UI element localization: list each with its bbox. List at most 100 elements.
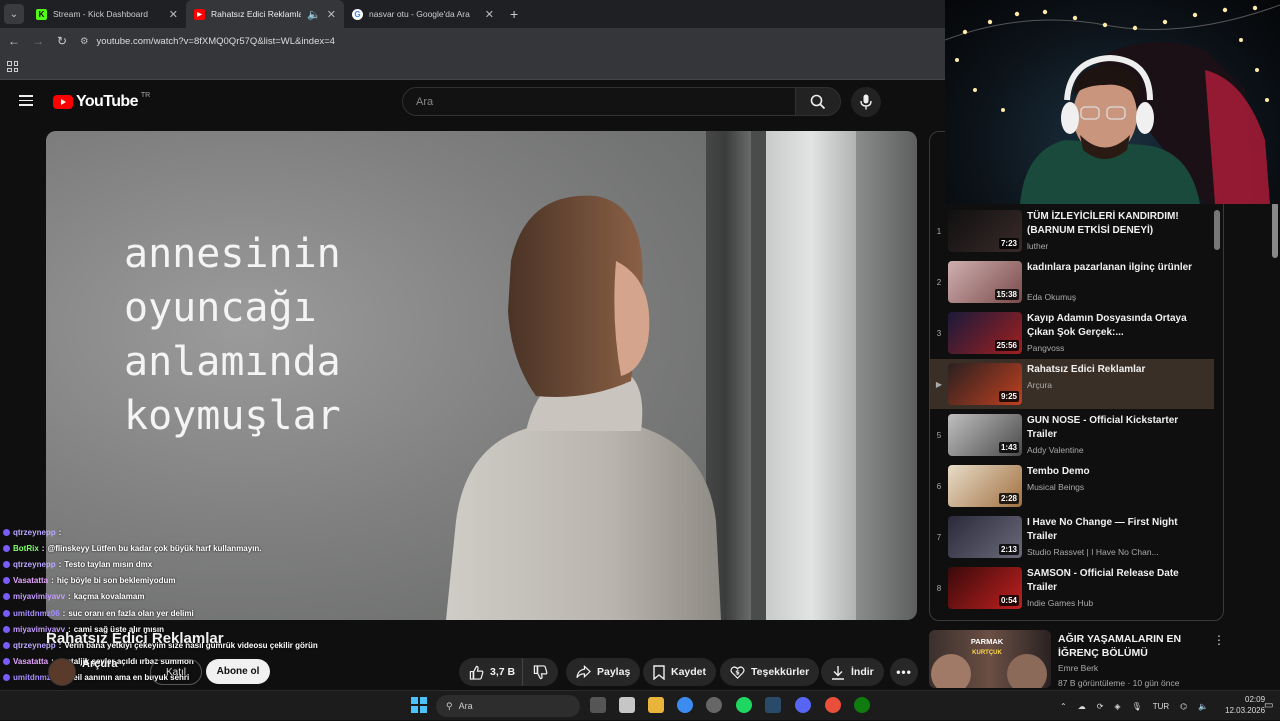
playlist-item-channel[interactable]: Pangvoss [1027,343,1064,353]
video-title: Rahatsız Edici Reklamlar [46,630,224,647]
chat-username[interactable]: miyavimiyavv [13,592,65,601]
playlist-thumbnail[interactable]: 2:28 [948,465,1022,507]
chat-username[interactable]: Vasatatta [13,657,48,666]
site-info-icon[interactable]: ⚙ [80,36,89,47]
save-button[interactable]: Kaydet [643,658,717,686]
search-input[interactable]: Ara [402,87,796,116]
discord-icon[interactable] [795,697,811,713]
close-icon[interactable]: ✕ [327,8,336,21]
playlist-scrollbar[interactable] [1214,210,1220,250]
playlist-item-channel[interactable]: Addy Valentine [1027,445,1084,455]
back-icon[interactable]: ← [2,34,26,48]
new-tab-button[interactable]: + [510,6,518,22]
app-icon[interactable] [706,697,722,713]
steam-icon[interactable] [765,697,781,713]
url-field[interactable]: ⚙ youtube.com/watch?v=8fXMQ0Qr57Q&list=W… [80,36,335,47]
chat-username[interactable]: umitdnmz06 [13,609,60,618]
voice-search-button[interactable] [851,87,881,117]
security-icon[interactable]: ◈ [1114,702,1120,711]
language-indicator[interactable]: TUR [1153,702,1169,711]
playlist-item-title[interactable]: TÜM İZLEYİCİLERİ KANDIRDIM! (BARNUM ETKİ… [1027,210,1202,238]
spotify-icon[interactable] [736,697,752,713]
taskbar-search-input[interactable]: ⚲ Ara [436,695,580,717]
page-scrollbar[interactable] [1272,202,1278,258]
speaker-icon[interactable]: 🔈 [307,8,321,21]
share-button[interactable]: Paylaş [566,658,641,686]
microphone-icon[interactable]: 🎙 [1132,702,1142,711]
playlist-item-title[interactable]: GUN NOSE - Official Kickstarter Trailer [1027,414,1202,442]
playlist-thumbnail[interactable]: 1:43 [948,414,1022,456]
chat-username[interactable]: qtrzeynepp [13,528,56,537]
playlist-thumbnail[interactable]: 7:23 [948,210,1022,252]
playlist-item-channel[interactable]: Musical Beings [1027,482,1084,492]
store-icon[interactable] [619,697,635,713]
more-vertical-icon[interactable]: ⋮ [1213,633,1225,647]
menu-icon[interactable] [19,95,33,106]
subscribe-button[interactable]: Abone ol [206,659,270,684]
playlist-item[interactable]: ▶ 9:25 Rahatsız Edici Reklamlar Arçura [930,359,1214,409]
tab-youtube[interactable]: ▶ Rahatsız Edici Reklamlar - Y 🔈 ✕ [186,0,344,28]
reload-icon[interactable]: ↻ [50,34,74,48]
system-clock[interactable]: 02:09 12.03.2026 [1225,694,1265,716]
recommendation-channel[interactable]: Emre Berk [1058,663,1098,673]
recommendation-thumbnail[interactable]: PARMAK KURTÇUK [929,630,1051,688]
download-button[interactable]: İndir [821,658,884,686]
playlist-item-title[interactable]: Rahatsız Edici Reklamlar [1027,363,1202,377]
playlist-item[interactable]: 3 25:56 Kayıp Adamın Dosyasında Ortaya Çık… [930,308,1214,358]
playlist-item-channel[interactable]: Eda Okumuş [1027,292,1076,302]
windows-start-icon[interactable] [411,697,427,713]
recommendation-title[interactable]: AĞIR YAŞAMALARIN EN İĞRENÇ BÖLÜMÜ [1058,632,1208,660]
playlist-item[interactable]: 5 1:43 GUN NOSE - Official Kickstarter Tra… [930,410,1214,460]
playlist-thumbnail[interactable]: 0:54 [948,567,1022,609]
sync-icon[interactable]: ⟳ [1097,702,1104,711]
chrome-icon[interactable] [677,697,693,713]
chat-username[interactable]: qtrzeynepp [13,560,56,569]
close-icon[interactable]: ✕ [485,8,494,21]
file-explorer-icon[interactable] [648,697,664,713]
dislike-button[interactable] [522,658,558,686]
playlist-thumbnail[interactable]: 25:56 [948,312,1022,354]
playlist-item-channel[interactable]: Arçura [1027,380,1052,390]
onedrive-icon[interactable]: ☁ [1078,702,1086,711]
playlist-thumbnail[interactable]: 15:38 [948,261,1022,303]
channel-name[interactable]: Arçura [82,658,117,670]
notification-icon[interactable]: ▭ [1264,700,1273,711]
playlist-item-channel[interactable]: Studio Rassvet | I Have No Chan... [1027,547,1159,557]
playlist-thumbnail[interactable]: 9:25 [948,363,1022,405]
chat-username[interactable]: BotRix [13,544,39,553]
forward-icon[interactable]: → [26,34,50,48]
playlist-item-title[interactable]: Tembo Demo [1027,465,1202,479]
playlist-item-title[interactable]: Kayıp Adamın Dosyasında Ortaya Çıkan Şok… [1027,312,1202,340]
close-icon[interactable]: ✕ [169,8,178,21]
chevron-up-icon[interactable]: ⌃ [1060,702,1067,711]
apps-grid-icon[interactable] [7,61,18,72]
search-button[interactable] [795,87,841,116]
playlist-item[interactable]: 6 2:28 Tembo Demo Musical Beings [930,461,1214,511]
more-actions-button[interactable]: ••• [890,658,918,686]
playlist-item[interactable]: 1 7:23 TÜM İZLEYİCİLERİ KANDIRDIM! (BARNUM… [930,206,1214,256]
task-view-icon[interactable] [590,697,606,713]
youtube-logo[interactable]: YouTube TR [53,92,150,111]
tab-search-button[interactable]: ⌄ [4,4,24,24]
playlist-item[interactable]: 2 15:38 kadınlara pazarlanan ilginç ürünle… [930,257,1214,307]
chat-username[interactable]: Vasatatta [13,576,48,585]
chat-message: qtrzeynepp: [0,524,420,540]
thanks-button[interactable]: $ Teşekkürler [720,658,820,686]
playlist-item-channel[interactable]: Indie Games Hub [1027,598,1093,608]
playlist-thumbnail[interactable]: 2:13 [948,516,1022,558]
network-icon[interactable]: ⌬ [1180,702,1187,711]
tab-google-search[interactable]: G nasvar otu - Google'da Ara ✕ [344,0,502,28]
channel-avatar[interactable] [48,658,76,686]
chrome-active-icon[interactable] [825,697,841,713]
like-button[interactable]: 3,7 B [459,658,528,686]
playlist-item-title[interactable]: I Have No Change — First Night Trailer [1027,516,1202,544]
xbox-icon[interactable] [854,697,870,713]
volume-icon[interactable]: 🔈 [1198,702,1208,711]
join-button[interactable]: Katıl [150,659,202,685]
playlist-item[interactable]: 7 2:13 I Have No Change — First Night Trai… [930,512,1214,562]
playlist-item[interactable]: 8 0:54 SAMSON - Official Release Date Trai… [930,563,1214,613]
playlist-item-title[interactable]: SAMSON - Official Release Date Trailer [1027,567,1202,595]
playlist-item-title[interactable]: kadınlara pazarlanan ilginç ürünler [1027,261,1202,275]
playlist-item-channel[interactable]: luther [1027,241,1048,251]
tab-kick-dashboard[interactable]: K Stream - Kick Dashboard ✕ [28,0,186,28]
